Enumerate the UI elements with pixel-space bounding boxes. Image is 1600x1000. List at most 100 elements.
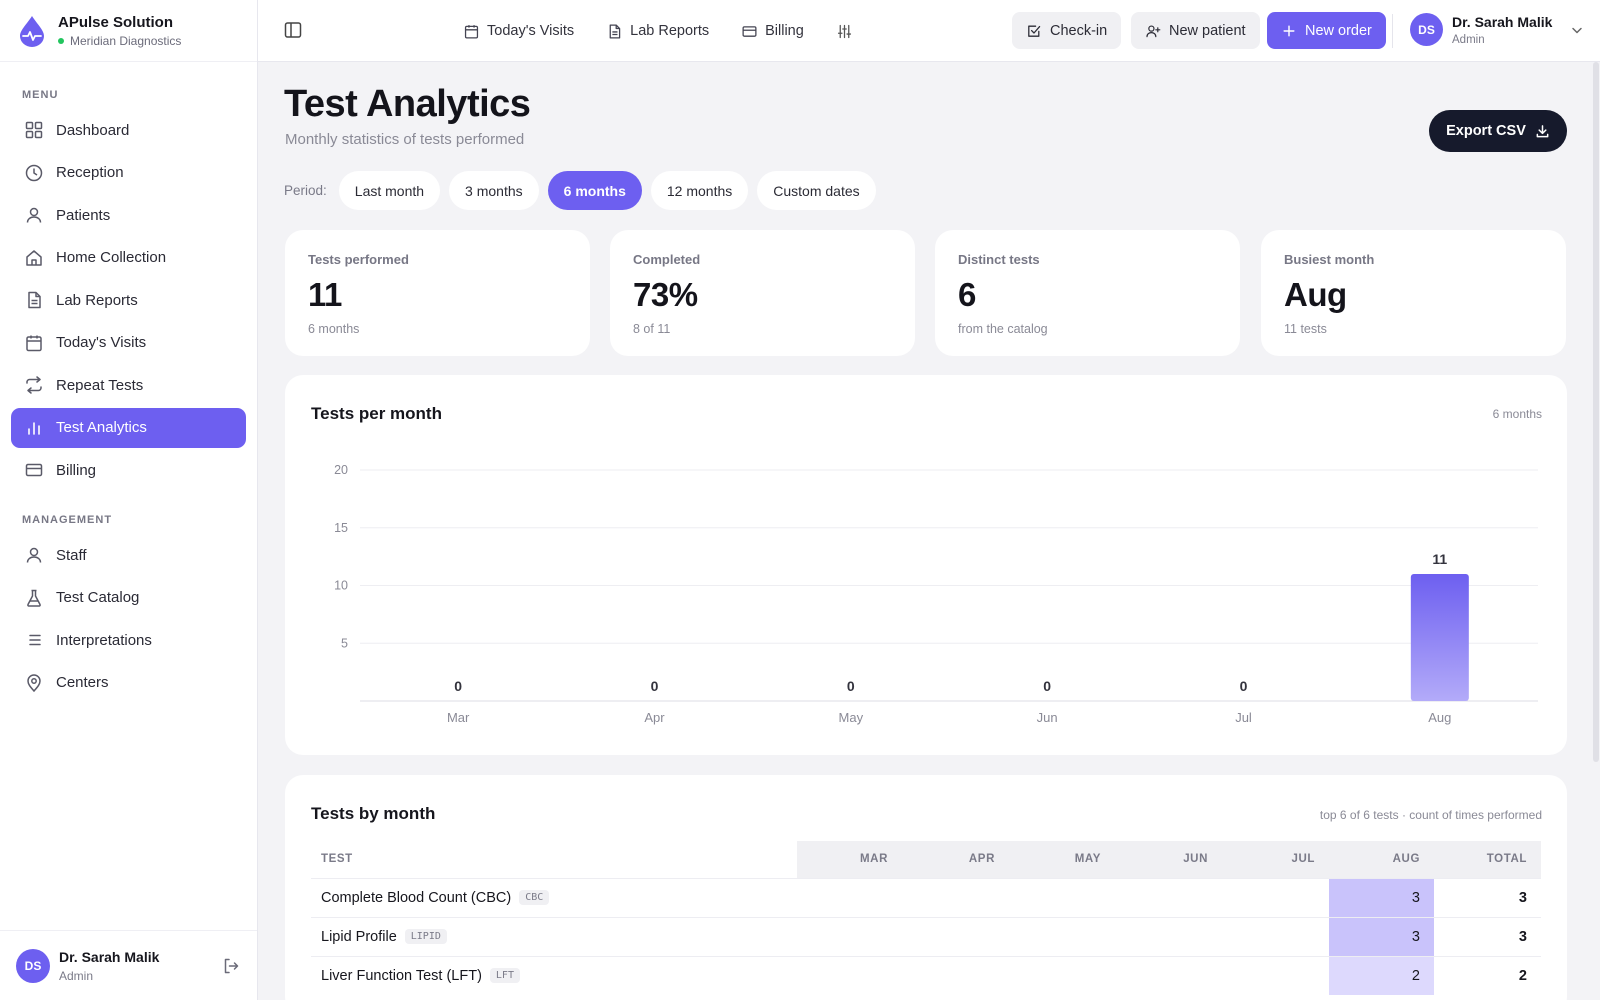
table-title: Tests by month: [311, 804, 436, 823]
period-6-months-chip[interactable]: 6 months: [547, 171, 642, 210]
table-header-row: TEST MAR APR MAY JUN JUL AUG TOTAL: [311, 841, 1541, 878]
stat-label: Busiest month: [1284, 252, 1375, 267]
total-cell: 3: [1434, 916, 1541, 956]
sidebar-item-centers[interactable]: Centers: [11, 663, 246, 703]
page-scrollbar[interactable]: [1593, 62, 1599, 762]
column-header-aug[interactable]: AUG: [1329, 841, 1434, 878]
logout-icon[interactable]: [221, 956, 241, 976]
calendar-icon: [26, 335, 42, 351]
month-cell: [1222, 916, 1329, 956]
table-row[interactable]: Complete Blood Count (CBC) CBC 3 3: [311, 877, 1541, 917]
sidebar-item-label: Dashboard: [56, 121, 130, 139]
total-cell: 2: [1434, 955, 1541, 995]
check-in-button[interactable]: Check-in: [1012, 12, 1122, 49]
user-menu[interactable]: DS Dr. Sarah Malik Admin: [1410, 13, 1584, 46]
x-tick-label: May: [839, 710, 864, 725]
sidebar-item-test-analytics[interactable]: Test Analytics: [11, 407, 246, 448]
repeat-icon: [26, 376, 42, 394]
sidebar-item-test-catalog[interactable]: Test Catalog: [11, 578, 246, 618]
bar-chart-icon: [28, 421, 40, 435]
period-last-month-chip[interactable]: Last month: [338, 171, 441, 210]
table-row[interactable]: Liver Function Test (LFT) LFT 2 2: [311, 955, 1541, 995]
user-icon: [26, 207, 42, 223]
period-3-months-chip[interactable]: 3 months: [449, 171, 539, 210]
month-cell: [1222, 877, 1329, 917]
topnav-billing[interactable]: Billing: [741, 23, 804, 40]
user-name: Dr. Sarah Malik: [1452, 13, 1553, 30]
sidebar-item-repeat-tests[interactable]: Repeat Tests: [11, 365, 246, 405]
management-menu: Staff Test Catalog Interpretations Cente…: [0, 535, 257, 703]
column-header-mar[interactable]: MAR: [797, 841, 902, 878]
check-square-icon: [1028, 25, 1041, 37]
sidebar-item-label: Reception: [56, 164, 124, 181]
month-cell: 3: [1329, 916, 1434, 956]
column-header-total[interactable]: TOTAL: [1434, 841, 1541, 878]
stat-card-completed: Completed 73% 8 of 11: [610, 230, 915, 356]
new-order-button[interactable]: New order: [1267, 12, 1386, 49]
top-bar: Today's Visits Lab Reports Billing Check…: [258, 0, 1600, 62]
export-csv-label: Export CSV: [1446, 123, 1526, 139]
column-header-test[interactable]: TEST: [311, 841, 797, 878]
tests-per-month-chart: 5 10 15 20 0 Mar 0 Apr 0 May 0 Jun 0 Jul 11 Aug: [334, 463, 1538, 725]
test-name-cell: Complete Blood Count (CBC) CBC: [311, 877, 797, 917]
column-header-apr[interactable]: APR: [902, 841, 1009, 878]
stat-value: 11: [308, 276, 342, 313]
sidebar-item-label: Interpretations: [56, 631, 152, 649]
top-nav: Today's Visits Lab Reports Billing: [463, 0, 853, 62]
month-cell: [1009, 877, 1115, 917]
check-in-label: Check-in: [1050, 22, 1108, 39]
clock-icon: [25, 164, 43, 181]
topnav-label: Lab Reports: [630, 23, 710, 39]
column-header-jun[interactable]: JUN: [1115, 841, 1222, 878]
sidebar-item-label: Repeat Tests: [56, 376, 144, 394]
period-selector: Period: Last month 3 months 6 months 12 …: [284, 171, 885, 210]
page-title: Test Analytics: [284, 83, 531, 125]
grid-icon: [25, 121, 43, 139]
month-cell: [902, 916, 1009, 956]
sidebar-item-label: Billing: [56, 461, 97, 479]
sidebar-item-lab-reports[interactable]: Lab Reports: [11, 280, 246, 320]
calendar-icon: [464, 24, 479, 39]
sidebar-item-staff[interactable]: Staff: [11, 535, 246, 575]
month-cell: [1115, 916, 1222, 956]
map-pin-icon: [27, 673, 41, 692]
period-12-months-chip[interactable]: 12 months: [650, 171, 749, 210]
export-csv-button[interactable]: Export CSV: [1429, 110, 1567, 152]
sidebar-item-dashboard[interactable]: Dashboard: [11, 110, 246, 150]
test-name-cell: Liver Function Test (LFT) LFT: [311, 955, 797, 995]
new-patient-button[interactable]: New patient: [1131, 12, 1260, 49]
x-tick-label: Aug: [1428, 710, 1451, 725]
sidebar-toggle-icon[interactable]: [283, 20, 303, 40]
month-cell: [1115, 877, 1222, 917]
card-icon: [742, 25, 757, 37]
sidebar-item-todays-visits[interactable]: Today's Visits: [11, 323, 246, 363]
table-row[interactable]: Lipid Profile LIPID 3 3: [311, 916, 1541, 956]
stat-card-busiest-month: Busiest month Aug 11 tests: [1261, 230, 1566, 356]
sliders-icon[interactable]: [836, 23, 853, 40]
test-name: Complete Blood Count (CBC): [321, 889, 512, 906]
total-cell: 3: [1434, 877, 1541, 917]
sidebar-item-home-collection[interactable]: Home Collection: [11, 238, 246, 278]
sidebar-item-label: Patients: [56, 206, 111, 224]
bar-value-label: 0: [651, 678, 659, 694]
center-name: Meridian Diagnostics: [70, 33, 182, 48]
sidebar-item-label: Lab Reports: [56, 291, 138, 309]
test-code-badge: CBC: [519, 890, 550, 906]
avatar: DS: [1410, 13, 1443, 46]
stat-value: Aug: [1284, 276, 1347, 313]
avatar[interactable]: DS: [16, 948, 50, 983]
period-custom-dates-chip[interactable]: Custom dates: [757, 171, 876, 210]
brand[interactable]: APulse Solution Meridian Diagnostics: [0, 0, 257, 62]
column-header-jul[interactable]: JUL: [1222, 841, 1329, 878]
sidebar-item-reception[interactable]: Reception: [11, 153, 246, 193]
topnav-label: Billing: [765, 23, 804, 39]
test-name: Liver Function Test (LFT): [321, 967, 482, 984]
sidebar-item-patients[interactable]: Patients: [11, 195, 246, 235]
management-section-label: MANAGEMENT: [22, 514, 113, 526]
topnav-lab-reports[interactable]: Lab Reports: [606, 23, 709, 40]
column-header-may[interactable]: MAY: [1009, 841, 1115, 878]
sidebar-item-interpretations[interactable]: Interpretations: [11, 620, 246, 660]
sidebar-item-billing[interactable]: Billing: [11, 450, 246, 490]
topnav-todays-visits[interactable]: Today's Visits: [463, 23, 574, 40]
month-cell: 3: [1329, 877, 1434, 917]
